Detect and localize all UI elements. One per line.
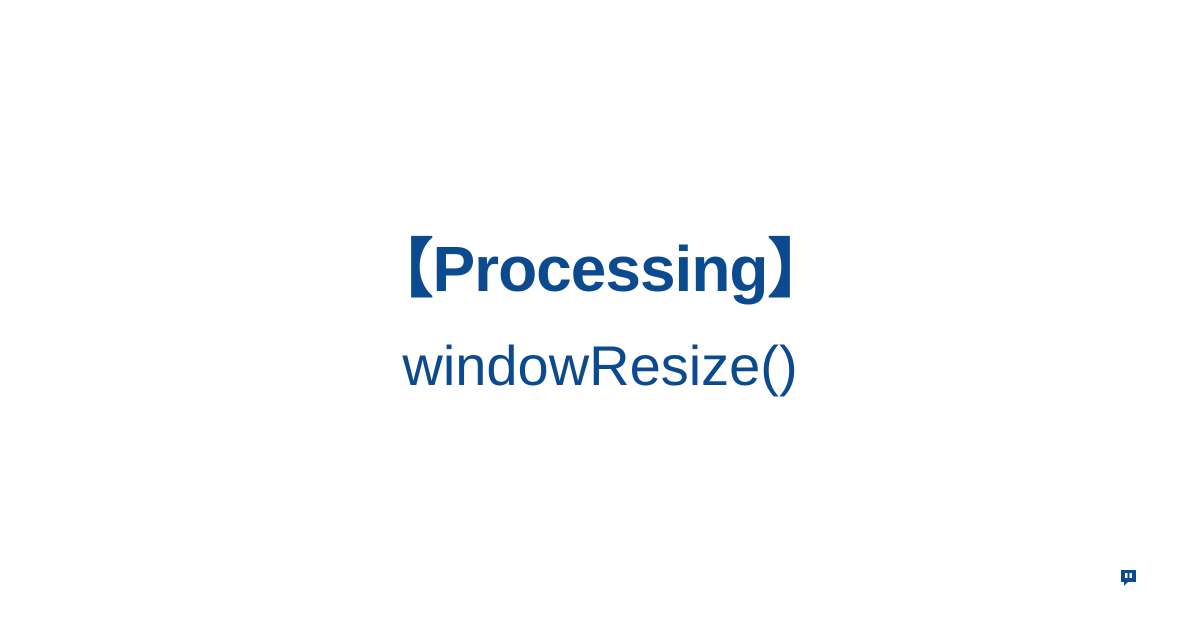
bracket-open: 【 bbox=[369, 233, 432, 305]
page-subtitle: windowResize() bbox=[0, 332, 1200, 399]
main-content: 【Processing】 windowResize() bbox=[0, 231, 1200, 399]
title-text: Processing bbox=[432, 233, 767, 305]
logo-icon bbox=[1118, 568, 1142, 592]
page-title: 【Processing】 bbox=[0, 231, 1200, 308]
bracket-close: 】 bbox=[768, 233, 831, 305]
